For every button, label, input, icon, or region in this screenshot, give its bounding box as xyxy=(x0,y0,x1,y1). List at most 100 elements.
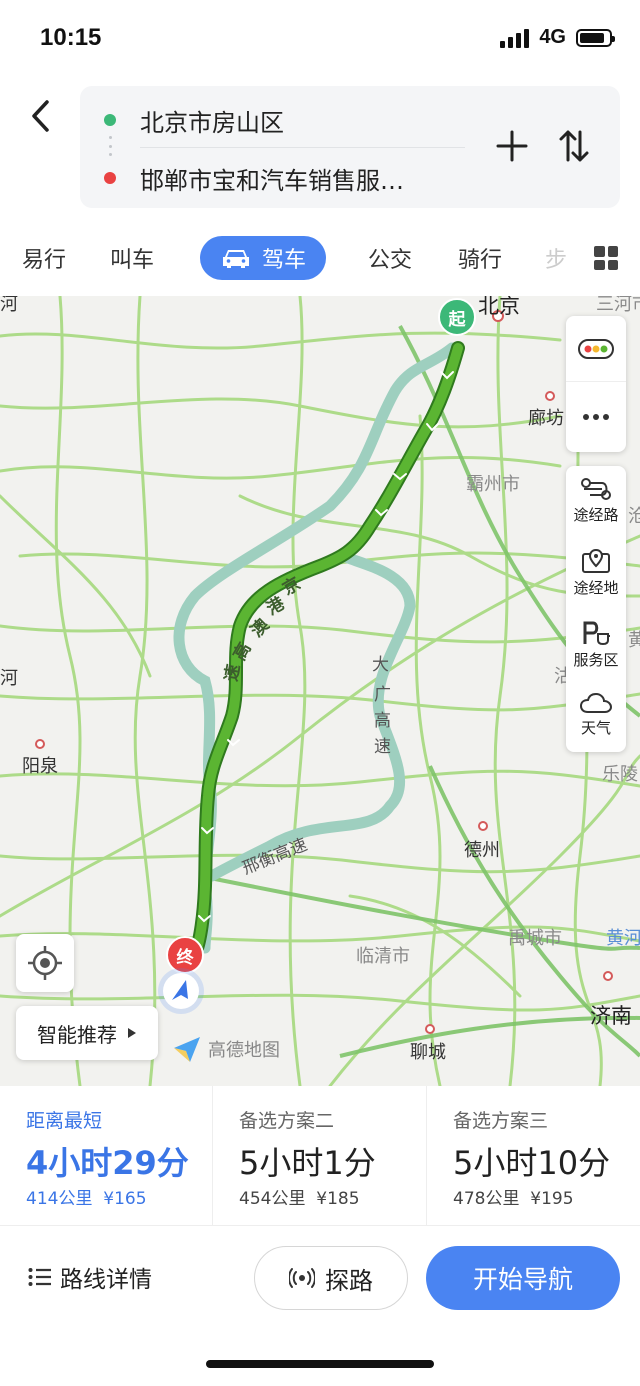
destination-dot-icon xyxy=(104,172,116,184)
waypoint-route-button[interactable]: 途经路 xyxy=(566,466,626,536)
origin-dot-icon xyxy=(104,114,116,126)
network-type: 4G xyxy=(539,26,566,48)
tab-transit[interactable]: 公交 xyxy=(368,236,412,280)
brand-name: 高德地图 xyxy=(208,1040,280,1061)
road-label-daguang-3: 高 xyxy=(374,711,391,731)
smart-recommend-label: 智能推荐 xyxy=(37,1022,117,1047)
route-plans: 距离最短 4小时29分 414公里 ¥165 备选方案二 5小时1分 454公里… xyxy=(0,1086,640,1226)
explore-label: 探路 xyxy=(325,1266,373,1295)
plan-alternative-2[interactable]: 备选方案二 5小时1分 454公里 ¥185 xyxy=(212,1086,426,1226)
plan-duration: 5小时1分 xyxy=(239,1144,376,1182)
start-navigation-button[interactable]: 开始导航 xyxy=(426,1246,620,1310)
plan-meta: 454公里 ¥185 xyxy=(239,1184,360,1209)
navigation-arrow-icon xyxy=(163,973,199,1009)
city-liaocheng: 聊城 xyxy=(410,1042,446,1063)
amap-logo-icon xyxy=(174,1037,200,1062)
waypoint-place-label: 途经地 xyxy=(573,579,619,597)
route-details-label: 路线详情 xyxy=(60,1267,152,1293)
plan-distance: 478公里 xyxy=(453,1189,520,1209)
tab-bike[interactable]: 骑行 xyxy=(458,236,502,280)
traffic-toggle[interactable] xyxy=(566,316,626,382)
origin-text: 北京市房山区 xyxy=(140,108,284,137)
plan-shortest[interactable]: 距离最短 4小时29分 414公里 ¥165 xyxy=(0,1086,212,1226)
route-header: 北京市房山区 邯郸市宝和汽车销售服… xyxy=(0,80,640,220)
city-yangquan: 阳泉 xyxy=(22,756,58,777)
plan-alternative-3[interactable]: 备选方案三 5小时10分 478公里 ¥195 xyxy=(426,1086,640,1226)
plan-meta: 414公里 ¥165 xyxy=(26,1184,147,1209)
tab-walk[interactable]: 步 xyxy=(546,236,566,280)
plan-cost: ¥165 xyxy=(103,1189,147,1209)
back-button[interactable] xyxy=(22,96,58,136)
city-jinan: 济南 xyxy=(590,1004,632,1028)
signal-icon xyxy=(500,28,530,48)
grid-menu-icon[interactable] xyxy=(594,246,618,270)
city-beijing: 北京 xyxy=(478,296,520,318)
current-location-halo xyxy=(158,968,204,1014)
map-tools-top xyxy=(566,316,626,452)
start-marker[interactable]: 起 xyxy=(438,298,476,336)
city-edge-left-2: 河 xyxy=(0,668,18,689)
battery-icon xyxy=(576,28,615,47)
city-linqing: 临清市 xyxy=(356,946,410,967)
waypoint-place-button[interactable]: 途经地 xyxy=(566,538,626,608)
plan-title: 距离最短 xyxy=(26,1110,103,1132)
locate-button[interactable] xyxy=(16,934,74,992)
city-leling: 乐陵 xyxy=(602,764,638,785)
destination-text: 邯郸市宝和汽车销售服… xyxy=(140,166,404,195)
cloud-icon xyxy=(579,692,613,713)
weather-label: 天气 xyxy=(580,719,611,737)
add-waypoint-button[interactable] xyxy=(492,126,532,166)
plan-title: 备选方案二 xyxy=(239,1110,335,1132)
brand-logo: 高德地图 xyxy=(172,1034,280,1064)
city-edge-left: 河 xyxy=(0,296,18,315)
city-dezhou: 德州 xyxy=(464,840,500,861)
status-time: 10:15 xyxy=(40,24,102,51)
city-huanghe: 黄河 xyxy=(606,928,640,949)
city-sanhe: 三河市 xyxy=(596,296,640,315)
swap-icon xyxy=(559,130,589,162)
map-pin-icon xyxy=(582,548,610,573)
city-bazhou: 霸州市 xyxy=(466,474,520,495)
plus-icon xyxy=(496,130,528,162)
traffic-light-icon xyxy=(578,338,614,359)
tab-drive[interactable]: 驾车 xyxy=(200,236,326,280)
plan-distance: 414公里 xyxy=(26,1189,93,1209)
route-divider xyxy=(140,147,465,148)
road-label-daguang-4: 速 xyxy=(374,737,391,757)
plan-title: 备选方案三 xyxy=(453,1110,549,1132)
map-tools-route: 途经路 途经地 服务区 天气 xyxy=(566,466,626,752)
road-label-daguang-1: 大 xyxy=(372,655,389,675)
service-area-button[interactable]: 服务区 xyxy=(566,610,626,680)
smart-recommend-button[interactable]: 智能推荐 xyxy=(16,1006,158,1060)
plan-cost: ¥185 xyxy=(316,1189,360,1209)
origin-row[interactable]: 北京市房山区 xyxy=(80,92,480,148)
tab-taxi[interactable]: 叫车 xyxy=(110,236,154,280)
map-view[interactable]: 北京 廊坊 霸州市 阳泉 德州 禹城市 临清市 聊城 济南 乐陵 黄河 三河市 … xyxy=(0,296,640,1086)
tab-yixing[interactable]: 易行 xyxy=(22,236,66,280)
plan-distance: 454公里 xyxy=(239,1189,306,1209)
home-indicator[interactable] xyxy=(206,1360,434,1368)
status-bar: 10:15 4G xyxy=(0,0,640,80)
crosshair-icon xyxy=(28,946,62,980)
destination-row[interactable]: 邯郸市宝和汽车销售服… xyxy=(80,150,480,206)
weather-button[interactable]: 天气 xyxy=(566,680,626,750)
bottom-actions: 路线详情 探路 开始导航 xyxy=(0,1226,640,1336)
swap-button[interactable] xyxy=(554,126,594,166)
route-details-button[interactable]: 路线详情 xyxy=(28,1260,152,1294)
city-langfang: 廊坊 xyxy=(528,408,564,429)
plan-duration: 5小时10分 xyxy=(453,1144,611,1182)
status-indicators: 4G xyxy=(500,26,615,49)
list-icon xyxy=(28,1268,51,1286)
city-yucheng: 禹城市 xyxy=(508,928,562,949)
city-edge-right-2: 沧 xyxy=(628,506,640,527)
road-label-daguang-2: 广 xyxy=(374,685,391,705)
chevron-left-icon xyxy=(32,100,49,132)
explore-button[interactable]: 探路 xyxy=(254,1246,408,1310)
more-button[interactable] xyxy=(566,384,626,450)
parking-cup-icon xyxy=(583,621,610,646)
plan-duration: 4小时29分 xyxy=(26,1144,189,1182)
route-path-icon xyxy=(581,478,611,500)
broadcast-icon xyxy=(289,1268,315,1288)
route-box: 北京市房山区 邯郸市宝和汽车销售服… xyxy=(80,86,620,208)
service-area-label: 服务区 xyxy=(573,651,619,669)
